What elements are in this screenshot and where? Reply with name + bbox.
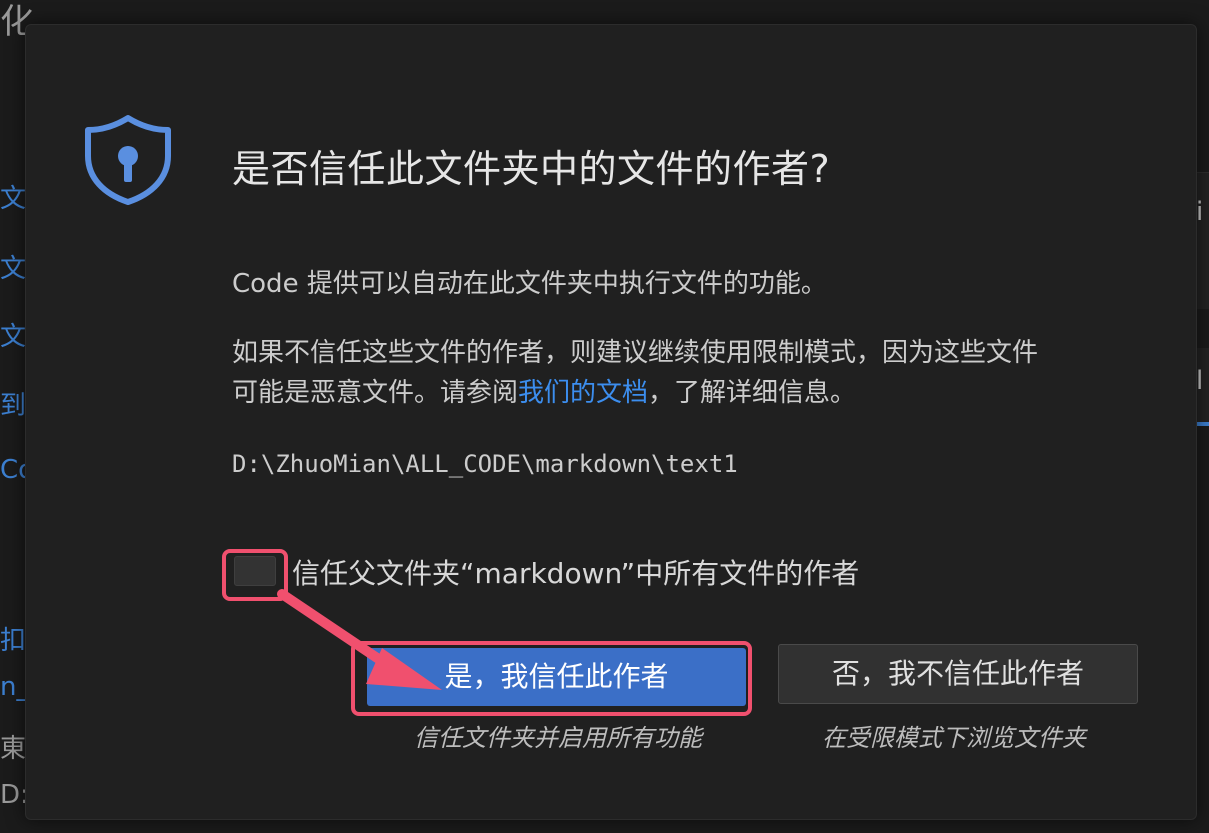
warning-text: 可能是恶意文件。请参阅 [232,378,519,408]
annotation-highlight-yes-button [351,641,752,716]
folder-path: D:\ZhuoMian\ALL_CODE\markdown\text1 [232,450,738,478]
warning-text: ，了解详细信息。 [648,378,857,408]
shield-lock-icon [85,115,171,205]
bg-text-fragment: i [1196,197,1204,227]
dialog-warning-line2: 可能是恶意文件。请参阅我们的文档，了解详细信息。 [232,373,856,413]
dialog-warning-line1: 如果不信任这些文件的作者，则建议继续使用限制模式，因为这些文件 [232,338,1039,368]
bg-text-fragment: 扣 [0,626,27,656]
bg-text-fragment: l [1196,366,1204,396]
trust-no-button[interactable]: 否，我不信任此作者 [778,644,1138,704]
dialog-description: Code 提供可以自动在此文件夹中执行文件的功能。 [232,269,827,299]
trust-parent-label[interactable]: 信任父文件夹“markdown”中所有文件的作者 [292,552,859,592]
dialog-title: 是否信任此文件夹中的文件的作者? [232,147,831,191]
docs-link[interactable]: 我们的文档 [518,378,648,408]
bg-text-fragment: 文 [0,254,27,284]
bg-text-fragment: 到 [0,391,27,421]
annotation-highlight-checkbox [222,549,288,601]
no-button-hint: 在受限模式下浏览文件夹 [822,724,1086,752]
yes-button-hint: 信任文件夹并启用所有功能 [414,724,702,752]
bg-text-fragment: 文 [0,322,27,352]
bg-text-fragment: 文 [0,184,27,214]
